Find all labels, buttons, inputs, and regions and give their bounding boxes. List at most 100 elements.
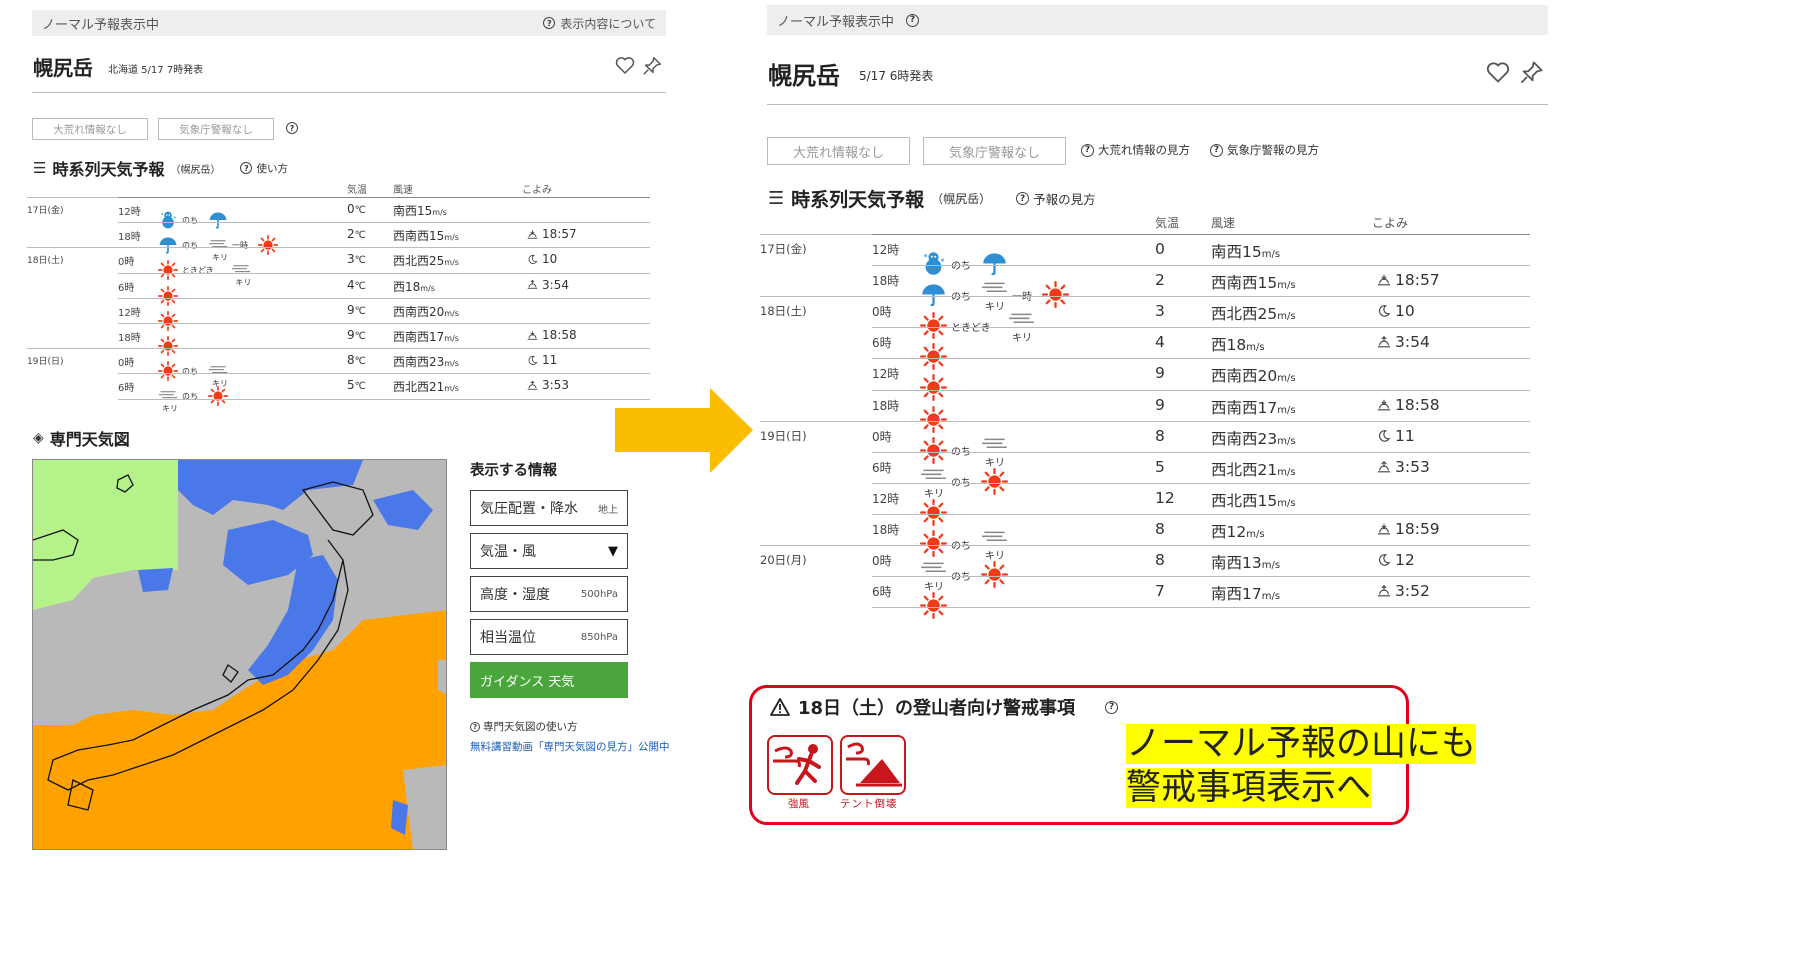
- pin-icon[interactable]: [641, 55, 663, 77]
- map-layer-button[interactable]: 相当温位 850hPa: [470, 619, 628, 655]
- day-label: 20日(月): [760, 553, 807, 567]
- wind-speed: 13: [1242, 554, 1262, 572]
- temperature-value: 5: [347, 378, 355, 393]
- pin-icon[interactable]: [1518, 59, 1545, 86]
- about-link[interactable]: ? 表示内容について: [543, 15, 656, 32]
- map-layer-button[interactable]: 高度・湿度 500hPa: [470, 576, 628, 612]
- almanac-value: 3:53: [542, 378, 569, 393]
- map-layer-button[interactable]: 気温・風 ▼: [470, 533, 628, 569]
- usage-link[interactable]: ? 予報の見方: [1016, 189, 1096, 208]
- jma-warning-help-link[interactable]: ? 気象庁警報の見方: [1210, 142, 1319, 158]
- timeline-subtitle: （幌尻岳）: [170, 164, 221, 176]
- timeline-title: 時系列天気予報: [52, 160, 165, 179]
- jma-warning-help-label: 気象庁警報の見方: [1227, 143, 1319, 157]
- chart-usage-link[interactable]: ? 専門天気図の使い方: [470, 719, 578, 734]
- weather-connector: のち: [182, 392, 198, 402]
- time-label: 12時: [872, 243, 900, 257]
- wind-speed: 20: [429, 304, 445, 319]
- wind-speed: 21: [1257, 460, 1278, 479]
- time-label: 18時: [872, 398, 900, 413]
- callout-text: ノーマル予報の山にも 警戒事項表示へ: [1126, 722, 1477, 810]
- storm-info-help-link[interactable]: ? 大荒れ情報の見方: [1081, 142, 1190, 158]
- wind-unit: m/s: [1277, 497, 1296, 509]
- temperature-cell: 12: [1155, 489, 1175, 507]
- weather-map[interactable]: [32, 459, 447, 850]
- temperature-cell: 5℃: [347, 378, 366, 392]
- almanac-header: こよみ: [522, 185, 552, 196]
- temperature-value: 3: [1155, 302, 1165, 321]
- storm-info-label: 大荒れ情報なし: [792, 145, 884, 161]
- map-layer-button[interactable]: ガイダンス 天気: [470, 662, 628, 698]
- help-icon: ?: [1081, 143, 1094, 157]
- title-divider: [767, 104, 1548, 105]
- weather-connector: のち: [182, 241, 198, 251]
- help-icon[interactable]: ?: [1105, 700, 1119, 714]
- storm-info-label: 大荒れ情報なし: [53, 123, 127, 136]
- wind-unit: m/s: [1277, 466, 1296, 478]
- strong-wind-label: 強風: [788, 798, 809, 810]
- almanac-value: 18:58: [542, 328, 577, 342]
- video-link[interactable]: 無料講習動画「専門天気図の見方」公開中: [470, 739, 670, 754]
- almanac-cell: 11: [527, 353, 557, 367]
- wind-cell: 南西15m/s: [1211, 240, 1280, 262]
- usage-link[interactable]: ? 使い方: [240, 161, 288, 176]
- help-icon: ?: [1016, 192, 1030, 205]
- favorite-heart-icon[interactable]: [1486, 61, 1510, 84]
- storm-info-badge: 大荒れ情報なし: [767, 137, 910, 165]
- row-divider: [27, 348, 650, 350]
- alert-title: 18日（土）の登山者向け警戒事項: [798, 698, 1076, 719]
- wind-speed: 15: [429, 229, 445, 244]
- timeline-section-header: ☰ 時系列天気予報 （幌尻岳） ? 予報の見方: [768, 185, 1096, 212]
- almanac-value: 18:57: [542, 227, 577, 242]
- map-layer-button[interactable]: 気圧配置・降水 地上: [470, 490, 628, 526]
- normal-forecast-banner: ノーマル予報表示中 ? 表示内容について: [32, 10, 666, 36]
- day-label: 17日(金): [760, 242, 807, 256]
- almanac-value: 10: [1395, 302, 1415, 321]
- wind-speed: 15: [1242, 243, 1262, 261]
- wind-speed: 15: [1257, 274, 1278, 293]
- wind-cell: 西南西15m/s: [393, 227, 459, 244]
- temperature-value: 9: [347, 328, 355, 342]
- favorite-heart-icon[interactable]: [615, 56, 635, 75]
- temperature-value: 8: [1155, 519, 1165, 538]
- almanac-cell: 18:58: [527, 328, 577, 342]
- sunset-icon: [527, 229, 538, 240]
- wind-unit: m/s: [420, 283, 435, 293]
- temperature-cell: 9: [1155, 396, 1165, 414]
- wind-unit: m/s: [444, 384, 459, 394]
- help-icon[interactable]: ?: [906, 13, 920, 27]
- wind-direction: 西: [1211, 522, 1227, 541]
- wind-speed: 20: [1257, 367, 1278, 386]
- expert-chart-header: ◈ 専門天気図: [33, 426, 130, 450]
- row-divider: [118, 297, 650, 299]
- time-label: 0時: [872, 554, 892, 568]
- wind-speed: 23: [429, 355, 445, 370]
- row-divider: [872, 451, 1530, 453]
- row-divider: [118, 323, 650, 324]
- fog-label: キリ: [235, 278, 252, 288]
- almanac-cell: 10: [1377, 302, 1415, 320]
- weather-connector: 一時: [232, 241, 248, 251]
- wind-direction: 南西: [1211, 554, 1243, 572]
- callout-line-2: 警戒事項表示へ: [1126, 768, 1372, 808]
- sunrise-icon: [527, 279, 538, 290]
- wind-unit: m/s: [444, 359, 459, 369]
- japan-guidance-map: [33, 460, 446, 849]
- wind-cell: 西北西25m/s: [393, 252, 459, 269]
- storm-info-badge: 大荒れ情報なし: [32, 118, 148, 140]
- wind-cell: 西南西20m/s: [393, 303, 459, 320]
- wind-unit: m/s: [1261, 560, 1281, 571]
- wind-speed: 17: [1242, 585, 1262, 604]
- almanac-value: 18:58: [1395, 395, 1440, 414]
- temperature-unit: ℃: [354, 255, 366, 267]
- moon-icon: [527, 355, 538, 366]
- change-arrow: [615, 388, 753, 473]
- almanac-value: 3:53: [1395, 457, 1430, 476]
- badge-help-icon[interactable]: ?: [286, 122, 298, 134]
- wind-speed: 25: [429, 254, 445, 269]
- wind-cell: 南西17m/s: [1211, 582, 1280, 604]
- map-layer-tag: 850hPa: [580, 631, 618, 643]
- wind-header: 風速: [393, 185, 413, 196]
- temperature-value: 8: [1155, 426, 1165, 445]
- normal-forecast-banner: ノーマル予報表示中 ?: [767, 5, 1548, 35]
